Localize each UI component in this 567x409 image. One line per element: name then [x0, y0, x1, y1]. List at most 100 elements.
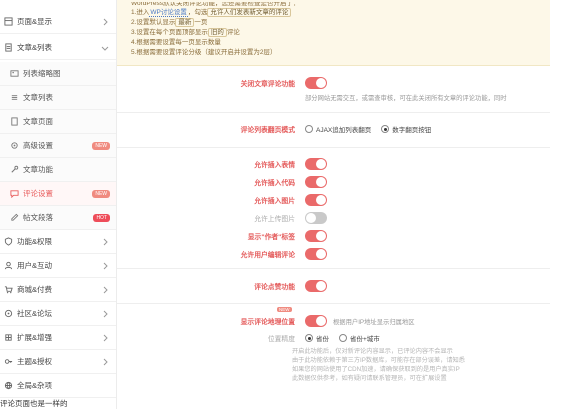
- chevron-right-icon: [103, 238, 108, 246]
- setting-allow-image: 允许插入图片: [117, 191, 550, 209]
- notice-line: 4.根据需要设置每一页显示数量: [131, 39, 221, 46]
- new-badge: NEW: [92, 142, 110, 150]
- notice-line: 1.进入WP讨论设置，勾选 允许人们发表新文章的评论: [131, 8, 550, 18]
- notice-text: 一页: [194, 19, 208, 26]
- sidebar-item-label: 社区&论坛: [17, 309, 53, 318]
- divider: [117, 303, 550, 304]
- sidebar-item-page-display[interactable]: 页面&显示: [0, 10, 116, 34]
- radio-dot-selected: [381, 125, 390, 133]
- sidebar-item-shop-payment[interactable]: 商城&付费: [0, 278, 116, 302]
- chevron-down-icon: [101, 46, 109, 51]
- radio-number-pagination[interactable]: 数字翻页按钮: [381, 124, 431, 134]
- sidebar-item-label: 扩展&增强: [17, 333, 53, 342]
- notice-text: 评论: [226, 29, 240, 36]
- setting-description: 部分网站无需交互，或需查审核，可在此关闭所有文章的评论功能，同时: [305, 94, 507, 102]
- allow-emoji-toggle[interactable]: [305, 158, 327, 170]
- radio-ajax-append[interactable]: AJAX追加列表翻页: [305, 124, 371, 134]
- show-author-toggle[interactable]: [305, 230, 327, 242]
- shield-icon: [4, 237, 13, 246]
- notice-text: ，勾选: [187, 9, 208, 16]
- chevron-right-icon: [103, 310, 108, 318]
- sidebar-item-global-misc[interactable]: 全局&杂项: [0, 374, 116, 398]
- allow-image-toggle[interactable]: [305, 194, 327, 206]
- allow-upload-toggle[interactable]: [305, 212, 327, 224]
- allow-code-toggle[interactable]: [305, 176, 327, 188]
- chevron-right-icon: [103, 18, 108, 26]
- key-icon: [4, 357, 13, 366]
- sidebar-item-label: 文章页面: [23, 117, 53, 126]
- sidebar-item-thumbnails[interactable]: 列表缩略图: [0, 62, 116, 86]
- radio-dot-selected: [305, 334, 313, 342]
- divider: [117, 268, 550, 269]
- radio-province-city[interactable]: 省份+城市: [339, 333, 380, 343]
- notice-text: 2.设置默认显示: [131, 19, 176, 26]
- divider: [117, 112, 550, 113]
- sidebar-item-comment-settings[interactable]: 评论设置 NEW: [0, 182, 116, 206]
- notice-line: 2.设置默认显示 最新 一页: [131, 18, 550, 28]
- sidebar-item-label: 文章列表: [23, 93, 53, 102]
- sidebar-item-post-paragraph[interactable]: 帖文段落 HOT: [0, 206, 116, 230]
- show-location-toggle[interactable]: [305, 315, 327, 327]
- settings-icon: [10, 141, 19, 150]
- community-icon: [4, 309, 13, 318]
- chevron-right-icon: [103, 286, 108, 294]
- notice-line: 5.根据需要设置评论分级（建议开启并设置为2层）: [131, 49, 277, 56]
- sidebar-item-user-interaction[interactable]: 用户&互动: [0, 254, 116, 278]
- sidebar-item-functions-permissions[interactable]: 功能&权限: [0, 230, 116, 254]
- layout-icon: [4, 17, 13, 26]
- sidebar: 页面&显示 文章&列表 列表缩略图 文章列表 文章页面 高级设置 NEW 文章功…: [0, 0, 117, 409]
- location-note: 如果您的网站使用了CDN加速，请确保获取到的是用户真实IP: [292, 366, 460, 373]
- caption-text: 评论页面也是一样的: [0, 399, 68, 408]
- setting-label: 允许用户编辑评论: [240, 252, 295, 259]
- document-icon: [4, 43, 13, 52]
- comment-like-toggle[interactable]: [305, 280, 327, 292]
- sidebar-item-label: 文章&列表: [17, 43, 53, 52]
- sidebar-item-label: 主题&授权: [17, 357, 53, 366]
- setting-label: 位置精度: [267, 336, 295, 343]
- sidebar-item-label: 评论设置: [23, 189, 53, 198]
- comment-icon: [10, 189, 19, 198]
- setting-label: 允许插入图片: [254, 198, 295, 205]
- sidebar-item-article-functions[interactable]: 文章功能: [0, 158, 116, 182]
- location-note: 开启此功能后，仅对新评论内容显示，已评论内容不会显示: [292, 348, 453, 355]
- sidebar-item-article-list[interactable]: 文章&列表: [0, 36, 116, 60]
- setting-label: 评论点赞功能: [254, 284, 295, 291]
- wp-discussion-link[interactable]: WP讨论设置: [149, 9, 188, 17]
- radio-label: AJAX追加列表翻页: [316, 127, 372, 134]
- notice-text: 3.设置在每个页面顶部显示: [131, 29, 208, 36]
- sidebar-item-article-page[interactable]: 文章页面: [0, 110, 116, 134]
- setting-show-location: 显示评论地理位置 根据用户IP地址显示归属地区: [117, 312, 550, 330]
- sidebar-item-label: 列表缩略图: [23, 69, 61, 78]
- sidebar-item-label: 全局&杂项: [17, 381, 53, 390]
- setting-allow-code: 允许插入代码: [117, 173, 550, 191]
- setting-label: 允许插入表情: [254, 162, 295, 169]
- allow-user-edit-toggle[interactable]: [305, 248, 327, 260]
- setting-allow-emoji: 允许插入表情: [117, 155, 550, 173]
- new-badge: NEW: [277, 307, 292, 312]
- sidebar-item-community-forum[interactable]: 社区&论坛: [0, 302, 116, 326]
- radio-label: 数字翻页按钮: [392, 127, 432, 134]
- setting-description: 根据用户IP地址显示归属地区: [333, 318, 415, 326]
- sidebar-item-article-list-sub[interactable]: 文章列表: [0, 86, 116, 110]
- setting-allow-upload: 允许上传图片: [117, 209, 550, 227]
- sidebar-item-extensions[interactable]: 扩展&增强: [0, 326, 116, 350]
- setting-allow-user-edit: 允许用户编辑评论: [117, 245, 550, 263]
- sidebar-item-label: 页面&显示: [17, 17, 53, 26]
- globe-icon: [4, 381, 13, 390]
- sidebar-item-theme-license[interactable]: 主题&授权: [0, 350, 116, 374]
- radio-label: 省份+城市: [350, 336, 380, 343]
- setting-label: 显示评论地理位置: [240, 319, 295, 326]
- radio-dot: [339, 334, 347, 342]
- radio-dot: [305, 125, 313, 133]
- edit-icon: [10, 213, 19, 222]
- divider: [117, 147, 550, 148]
- notice-text: 1.进入: [131, 9, 150, 16]
- setting-label: 关闭文章评论功能: [240, 81, 295, 88]
- chevron-right-icon: [103, 358, 108, 366]
- radio-province[interactable]: 省份: [305, 333, 329, 343]
- cart-icon: [4, 285, 13, 294]
- setting-label: 评论列表翻页模式: [240, 127, 295, 134]
- sidebar-item-label: 文章功能: [23, 165, 53, 174]
- notice-option-box: 允许人们发表新文章的评论: [207, 8, 292, 17]
- sidebar-item-advanced[interactable]: 高级设置 NEW: [0, 134, 116, 158]
